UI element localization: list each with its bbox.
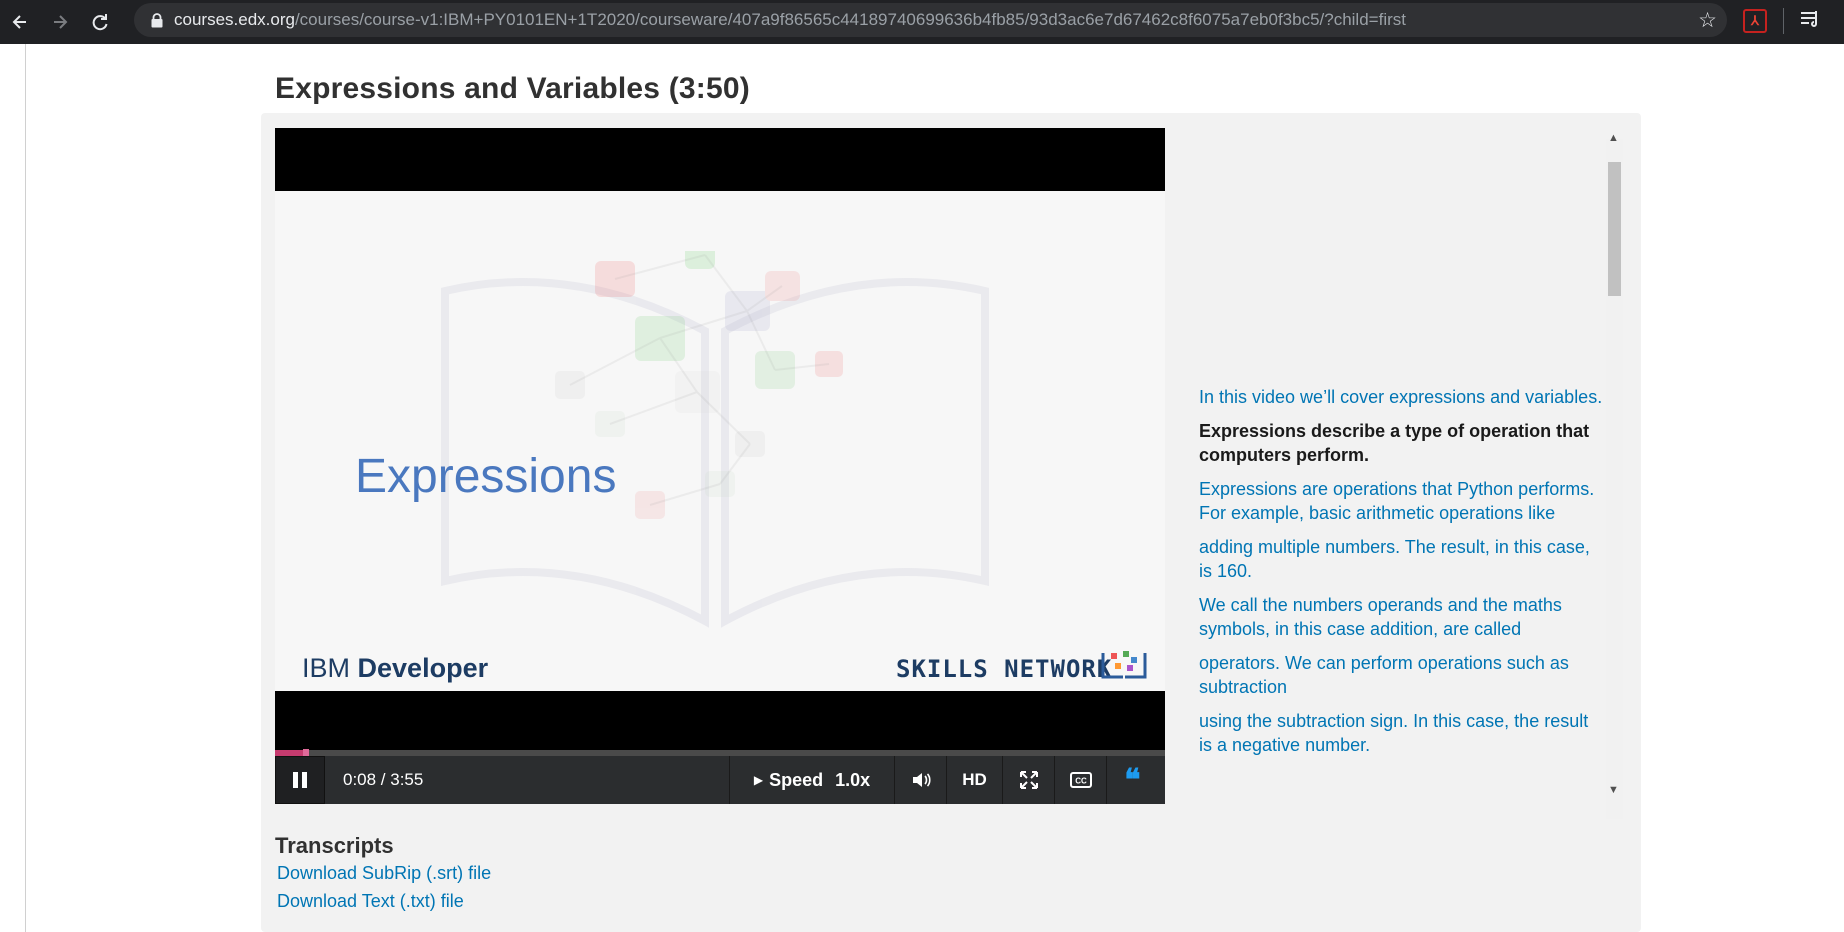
svg-text:CC: CC: [1075, 777, 1087, 786]
download-srt-link[interactable]: Download SubRip (.srt) file: [277, 863, 491, 884]
volume-button[interactable]: [894, 756, 946, 804]
skills-network-icon: [1101, 651, 1147, 679]
transcript-line[interactable]: adding multiple numbers. The result, in …: [1199, 535, 1604, 583]
speed-label: Speed: [769, 769, 824, 790]
ibm-developer-logo: IBM Developer: [302, 653, 489, 683]
closed-captions-button[interactable]: CC: [1054, 756, 1106, 804]
transcript-list: In this video we’ll cover expressions an…: [1199, 385, 1604, 767]
transcript-line[interactable]: In this video we’ll cover expressions an…: [1199, 385, 1604, 409]
book-network-graphic: [441, 251, 989, 628]
pdf-extension-icon[interactable]: ⅄: [1743, 9, 1767, 33]
fullscreen-button[interactable]: [1002, 756, 1054, 804]
time-display: 0:08 / 3:55: [343, 770, 424, 789]
video-controls: 0:08 / 3:55 ▶ Speed 1.0x HD CC ❝: [275, 756, 1165, 804]
lock-icon: [150, 12, 164, 28]
scroll-down-arrow-icon[interactable]: ▼: [1608, 784, 1619, 796]
unit-title: Expressions and Variables (3:50): [275, 72, 750, 105]
transcript-line[interactable]: We call the numbers operands and the mat…: [1199, 593, 1604, 641]
toolbar-divider: [1783, 8, 1784, 34]
volume-icon: [912, 773, 931, 787]
forward-icon[interactable]: [40, 0, 80, 44]
video-frame[interactable]: Expressions IBM Developer SKILLS NETWORK: [275, 191, 1165, 691]
hd-button[interactable]: HD: [946, 756, 1002, 804]
url-text: courses.edx.org/courses/course-v1:IBM+PY…: [174, 10, 1406, 29]
course-page: Expressions and Variables (3:50) Express…: [0, 44, 1844, 932]
quote-icon: ❝: [1124, 762, 1141, 798]
cc-icon: CC: [1069, 772, 1092, 788]
star-icon[interactable]: ☆: [1698, 8, 1717, 33]
pause-icon: [293, 772, 307, 788]
sidebar-divider: [25, 44, 26, 932]
skills-network-logo: SKILLS NETWORK: [896, 655, 1113, 683]
speed-button[interactable]: ▶ Speed 1.0x: [729, 756, 894, 804]
back-icon[interactable]: [0, 0, 40, 44]
reload-icon[interactable]: [80, 0, 120, 44]
pause-button[interactable]: [275, 756, 325, 804]
transcript-scrollbar-thumb[interactable]: [1608, 162, 1621, 296]
speed-value: 1.0x: [835, 769, 871, 790]
reading-list-icon[interactable]: [1799, 8, 1821, 36]
fullscreen-icon: [1019, 771, 1038, 789]
transcript-line[interactable]: Expressions are operations that Python p…: [1199, 477, 1604, 525]
transcript-toggle-button[interactable]: ❝: [1106, 756, 1158, 804]
download-txt-link[interactable]: Download Text (.txt) file: [277, 891, 464, 912]
transcripts-heading: Transcripts: [275, 833, 394, 858]
transcript-line[interactable]: operators. We can perform operations suc…: [1199, 651, 1604, 699]
browser-toolbar: courses.edx.org/courses/course-v1:IBM+PY…: [0, 0, 1844, 44]
caret-right-icon: ▶: [753, 773, 764, 787]
address-bar[interactable]: courses.edx.org/courses/course-v1:IBM+PY…: [134, 3, 1727, 37]
slide-title: Expressions: [355, 450, 617, 503]
transcript-line[interactable]: using the subtraction sign. In this case…: [1199, 709, 1604, 757]
scroll-up-arrow-icon[interactable]: ▲: [1608, 132, 1619, 144]
video-player[interactable]: Expressions IBM Developer SKILLS NETWORK…: [275, 128, 1165, 804]
transcript-line-current[interactable]: Expressions describe a type of operation…: [1199, 419, 1604, 467]
